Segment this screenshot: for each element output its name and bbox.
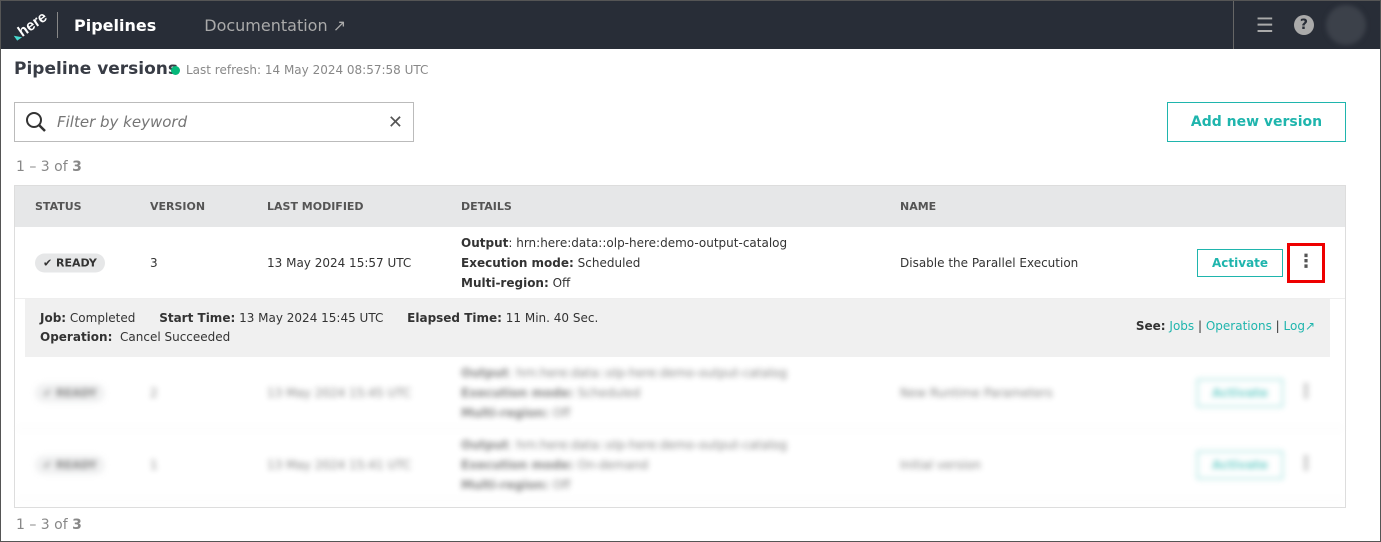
- job-details: Job: Completed Start Time: 13 May 2024 1…: [25, 299, 1330, 357]
- status-dot-icon: [171, 65, 180, 75]
- table-row[interactable]: ✔ READY 3 13 May 2024 15:57 UTC Output: …: [15, 227, 1345, 299]
- count-prefix: 1 – 3 of: [16, 517, 73, 533]
- more-options-icon[interactable]: ⋮: [1287, 445, 1325, 485]
- multi-value: Off: [548, 477, 571, 492]
- last-modified: 13 May 2024 15:45 UTC: [267, 385, 412, 400]
- here-logo[interactable]: here: [10, 7, 53, 44]
- add-new-version-button[interactable]: Add new version: [1167, 102, 1346, 142]
- count-total: 3: [72, 517, 82, 533]
- external-link-icon: ↗: [1304, 319, 1315, 333]
- see-label: See:: [1135, 319, 1166, 333]
- start-label: Start Time:: [159, 311, 236, 325]
- col-version[interactable]: VERSION: [150, 200, 205, 213]
- version-name: New Runtime Parameters: [900, 385, 1053, 400]
- nav-documentation[interactable]: Documentation ↗: [204, 16, 346, 35]
- job-label: Job:: [40, 311, 67, 325]
- search-input[interactable]: [57, 113, 388, 131]
- exec-label: Execution mode:: [461, 457, 574, 472]
- page-title: Pipeline versions: [14, 59, 179, 79]
- count-prefix: 1 – 3 of: [16, 159, 73, 175]
- elapsed-label: Elapsed Time:: [407, 311, 502, 325]
- search-box: ✕: [14, 102, 414, 142]
- top-bar: here Pipelines Documentation ↗ ☰ ?: [1, 1, 1380, 49]
- external-link-icon: ↗: [332, 15, 347, 35]
- version: 1: [150, 457, 158, 472]
- activate-button[interactable]: Activate: [1197, 450, 1284, 479]
- status-badge: ✔ READY: [35, 383, 105, 402]
- operations-link[interactable]: Operations: [1206, 319, 1272, 333]
- last-modified: 13 May 2024 15:41 UTC: [267, 457, 412, 472]
- output-value: : hrn:here:data::olp-here:demo-output-ca…: [508, 437, 788, 452]
- clear-icon[interactable]: ✕: [388, 112, 403, 133]
- last-modified: 13 May 2024 15:57 UTC: [267, 255, 412, 270]
- log-link[interactable]: Log↗: [1284, 319, 1316, 333]
- version-name: Disable the Parallel Execution: [900, 255, 1079, 270]
- more-options-icon[interactable]: ⋮: [1287, 242, 1325, 283]
- table-row[interactable]: ✔ READY 1 13 May 2024 15:41 UTC Output: …: [15, 429, 1345, 501]
- search-icon: [26, 112, 46, 132]
- start-value: 13 May 2024 15:45 UTC: [235, 311, 384, 325]
- multi-value: Off: [548, 275, 571, 290]
- version-name: Initial version: [900, 457, 981, 472]
- versions-table: STATUS VERSION LAST MODIFIED DETAILS NAM…: [14, 185, 1346, 508]
- multi-label: Multi-region:: [461, 405, 549, 420]
- output-label: Output: [461, 437, 509, 452]
- last-refresh-text: Last refresh: 14 May 2024 08:57:58 UTC: [186, 63, 429, 77]
- pagination-count-bottom: 1 – 3 of 3: [16, 517, 82, 533]
- exec-label: Execution mode:: [461, 385, 574, 400]
- activate-button[interactable]: Activate: [1197, 248, 1284, 277]
- output-label: Output: [461, 235, 509, 250]
- pagination-count-top: 1 – 3 of 3: [16, 159, 82, 175]
- exec-value: On-demand: [573, 457, 649, 472]
- menu-icon[interactable]: ☰: [1256, 13, 1274, 37]
- exec-value: Scheduled: [573, 255, 641, 270]
- multi-label: Multi-region:: [461, 275, 549, 290]
- details: Output: hrn:here:data::olp-here:demo-out…: [461, 435, 787, 495]
- col-name[interactable]: NAME: [900, 200, 936, 213]
- version: 2: [150, 385, 158, 400]
- elapsed-value: 11 Min. 40 Sec.: [501, 311, 599, 325]
- version: 3: [150, 255, 158, 270]
- see-links: See: Jobs | Operations | Log↗: [1135, 319, 1316, 333]
- jobs-link[interactable]: Jobs: [1169, 319, 1194, 333]
- status-badge: ✔ READY: [35, 455, 105, 474]
- operation-label: Operation:: [40, 330, 113, 344]
- output-value: : hrn:here:data::olp-here:demo-output-ca…: [508, 365, 788, 380]
- col-details[interactable]: DETAILS: [461, 200, 512, 213]
- activate-button[interactable]: Activate: [1197, 378, 1284, 407]
- log-label: Log: [1283, 319, 1305, 333]
- table-header: STATUS VERSION LAST MODIFIED DETAILS NAM…: [15, 186, 1345, 227]
- multi-label: Multi-region:: [461, 477, 549, 492]
- nav-documentation-label: Documentation: [204, 15, 328, 35]
- more-options-icon[interactable]: ⋮: [1287, 373, 1325, 413]
- exec-label: Execution mode:: [461, 255, 574, 270]
- count-total: 3: [72, 159, 82, 175]
- output-value: : hrn:here:data::olp-here:demo-output-ca…: [508, 235, 788, 250]
- details: Output: hrn:here:data::olp-here:demo-out…: [461, 233, 787, 293]
- status-badge: ✔ READY: [35, 253, 105, 272]
- col-status[interactable]: STATUS: [35, 200, 82, 213]
- output-label: Output: [461, 365, 509, 380]
- nav-pipelines[interactable]: Pipelines: [74, 16, 156, 35]
- avatar[interactable]: [1325, 5, 1366, 45]
- help-icon[interactable]: ?: [1293, 15, 1314, 35]
- job-value: Completed: [66, 311, 136, 325]
- exec-value: Scheduled: [573, 385, 641, 400]
- col-last-modified[interactable]: LAST MODIFIED: [267, 200, 364, 213]
- divider: [57, 12, 58, 38]
- details: Output: hrn:here:data::olp-here:demo-out…: [461, 363, 787, 423]
- last-refresh: Last refresh: 14 May 2024 08:57:58 UTC: [171, 63, 428, 77]
- multi-value: Off: [548, 405, 571, 420]
- operation-value: Cancel Succeeded: [112, 330, 231, 344]
- table-row[interactable]: ✔ READY 2 13 May 2024 15:45 UTC Output: …: [15, 357, 1345, 429]
